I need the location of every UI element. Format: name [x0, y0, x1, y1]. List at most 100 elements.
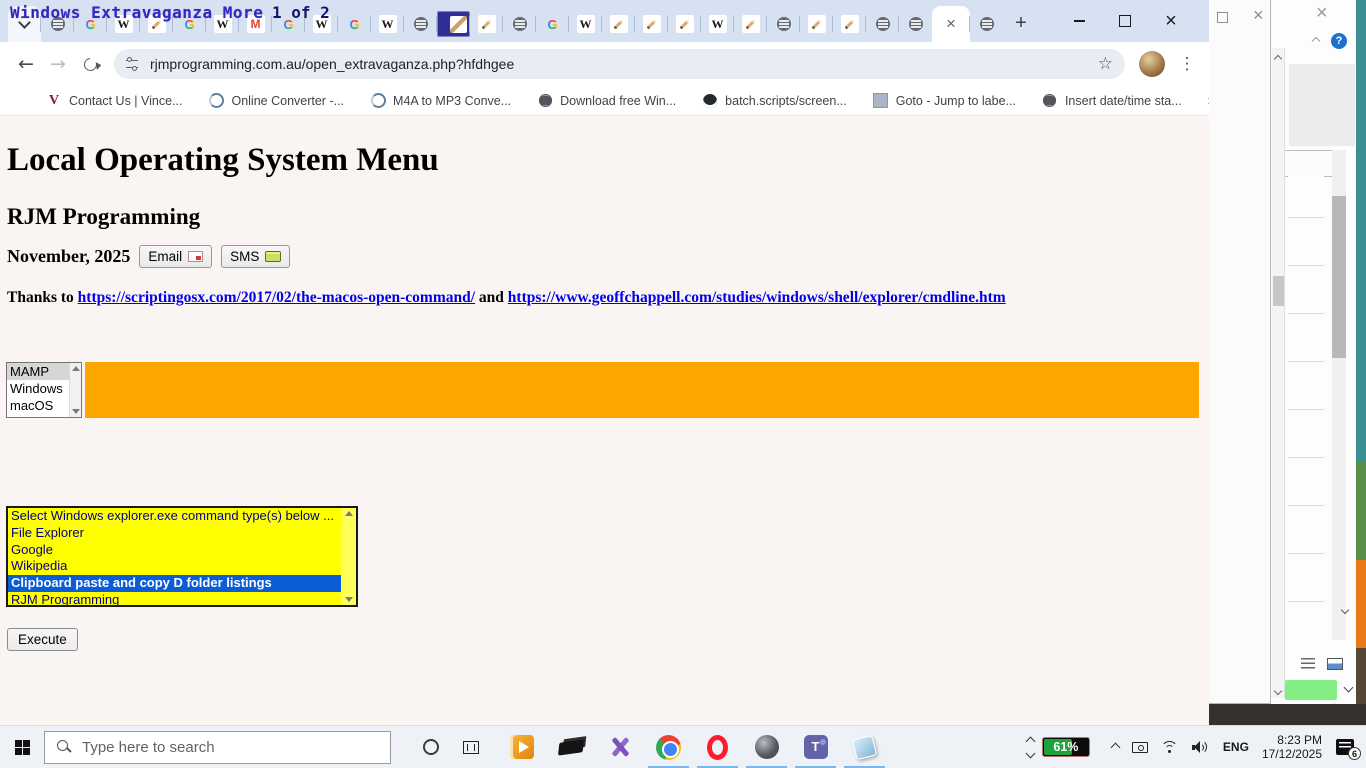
help-button[interactable]: ?: [1331, 33, 1347, 49]
search-input[interactable]: [82, 739, 362, 756]
minimize-button[interactable]: [1056, 5, 1102, 37]
black-box-taskbar-button[interactable]: [546, 726, 595, 768]
bookmark-star-icon[interactable]: ☆: [1098, 54, 1113, 74]
tab[interactable]: [569, 6, 602, 42]
tab[interactable]: [437, 6, 470, 42]
tab[interactable]: [734, 6, 767, 42]
new-tab-button[interactable]: +: [1007, 9, 1035, 37]
reload-button[interactable]: [74, 48, 106, 80]
tab[interactable]: [503, 6, 536, 42]
bookmark-item[interactable]: Online Converter -...: [208, 93, 344, 109]
date-label: November, 2025: [7, 246, 130, 267]
media-player-taskbar-button[interactable]: [497, 726, 546, 768]
dark-app-taskbar-button[interactable]: [742, 726, 791, 768]
tab-close-icon[interactable]: [942, 15, 960, 33]
execute-button[interactable]: Execute: [7, 628, 78, 651]
list-view-icon[interactable]: [1301, 658, 1315, 671]
wifi-button[interactable]: [1161, 741, 1179, 754]
email-button[interactable]: Email: [139, 245, 212, 268]
cast-button[interactable]: [1132, 742, 1148, 753]
bookmark-label: Goto - Jump to labe...: [896, 94, 1016, 108]
maximize-button[interactable]: [1102, 5, 1148, 37]
opera-taskbar-button[interactable]: [693, 726, 742, 768]
tab[interactable]: [800, 6, 833, 42]
notification-center-button[interactable]: 6: [1336, 739, 1354, 755]
tab[interactable]: [970, 6, 1003, 42]
volume-button[interactable]: [1192, 740, 1210, 755]
orange-bar: [85, 362, 1199, 418]
tab[interactable]: [767, 6, 800, 42]
close-button[interactable]: [1148, 5, 1194, 37]
tab[interactable]: [668, 6, 701, 42]
forward-button[interactable]: →: [42, 48, 74, 80]
command-listbox-scrollbar[interactable]: [341, 508, 356, 605]
window-scrollbar-track[interactable]: [1272, 48, 1285, 698]
bookmark-item[interactable]: batch.scripts/screen...: [702, 93, 847, 109]
panel-scrollbar-thumb[interactable]: [1332, 196, 1346, 358]
scroll-up-icon[interactable]: [72, 366, 80, 371]
chrome-taskbar-button[interactable]: [644, 726, 693, 768]
tab[interactable]: [536, 6, 569, 42]
command-option[interactable]: Google: [8, 542, 341, 559]
tab[interactable]: [635, 6, 668, 42]
system-tray: 61% ENG 8:23 PM 17/12/2025 6: [1027, 726, 1366, 768]
battery-widget[interactable]: 61%: [1042, 737, 1090, 757]
bookmark-item[interactable]: Goto - Jump to labe...: [873, 93, 1016, 109]
blue-app-taskbar-button[interactable]: [840, 726, 889, 768]
language-indicator[interactable]: ENG: [1223, 740, 1249, 754]
os-option[interactable]: MAMP: [7, 363, 69, 380]
restore-icon[interactable]: [1217, 12, 1228, 23]
command-option[interactable]: Wikipedia: [8, 558, 341, 575]
task-view-button[interactable]: [451, 741, 491, 754]
address-bar[interactable]: rjmprogramming.com.au/open_extravaganza.…: [114, 49, 1125, 79]
os-listbox-scrollbar[interactable]: [69, 363, 81, 417]
site-info-icon[interactable]: [126, 60, 138, 68]
tab[interactable]: [602, 6, 635, 42]
tab[interactable]: [371, 6, 404, 42]
scroll-down-icon[interactable]: [345, 597, 353, 602]
bookmark-item[interactable]: Download free Win...: [537, 93, 676, 109]
teams-taskbar-button[interactable]: [791, 726, 840, 768]
tab[interactable]: [470, 6, 503, 42]
os-option[interactable]: Windows: [7, 380, 69, 397]
browser-menu-icon[interactable]: ⋮: [1175, 54, 1199, 74]
tab[interactable]: [866, 6, 899, 42]
taskbar-search[interactable]: [44, 731, 391, 764]
scroll-up-icon[interactable]: [345, 511, 353, 516]
panel-gridlines: [1288, 170, 1324, 640]
scroll-down-icon[interactable]: [72, 409, 80, 414]
tab[interactable]: [833, 6, 866, 42]
window-scrollbar-thumb[interactable]: [1273, 276, 1284, 306]
command-option[interactable]: RJM Programming: [8, 592, 341, 607]
os-option[interactable]: macOS: [7, 397, 69, 414]
tab[interactable]: [338, 6, 371, 42]
bookmark-item[interactable]: M4A to MP3 Conve...: [370, 93, 511, 109]
taskbar: 61% ENG 8:23 PM 17/12/2025 6: [0, 725, 1366, 768]
start-button[interactable]: [0, 726, 44, 768]
image-preview-icon[interactable]: [1327, 658, 1343, 670]
tab[interactable]: [899, 6, 932, 42]
tray-scroll-chevrons[interactable]: [1027, 738, 1034, 757]
foreground-window-close-icon[interactable]: ×: [1253, 5, 1264, 26]
hidden-icons-button[interactable]: [1112, 744, 1119, 751]
os-listbox[interactable]: MAMPWindowsmacOS: [6, 362, 82, 418]
command-option[interactable]: Select Windows explorer.exe command type…: [8, 508, 341, 525]
sms-button[interactable]: SMS: [221, 245, 290, 268]
macos-open-command-link[interactable]: https://scriptingosx.com/2017/02/the-mac…: [78, 289, 475, 306]
background-window-close-icon[interactable]: ×: [1316, 2, 1328, 25]
tab[interactable]: [404, 6, 437, 42]
explorer-cmdline-link[interactable]: https://www.geoffchappell.com/studies/wi…: [508, 289, 1006, 306]
visual-studio-taskbar-button[interactable]: [595, 726, 644, 768]
clock[interactable]: 8:23 PM 17/12/2025: [1262, 733, 1322, 761]
tab[interactable]: [701, 6, 734, 42]
active-tab[interactable]: [932, 6, 970, 42]
command-option[interactable]: Clipboard paste and copy D folder listin…: [8, 575, 341, 592]
wikipedia-icon: [577, 15, 595, 33]
cortana-button[interactable]: [411, 739, 451, 755]
command-option[interactable]: File Explorer: [8, 525, 341, 542]
command-listbox[interactable]: Select Windows explorer.exe command type…: [6, 506, 358, 607]
bookmark-item[interactable]: Contact Us | Vince...: [46, 93, 182, 109]
back-button[interactable]: ←: [10, 48, 42, 80]
profile-avatar[interactable]: [1139, 51, 1165, 77]
bookmark-item[interactable]: Insert date/time sta...: [1042, 93, 1182, 109]
